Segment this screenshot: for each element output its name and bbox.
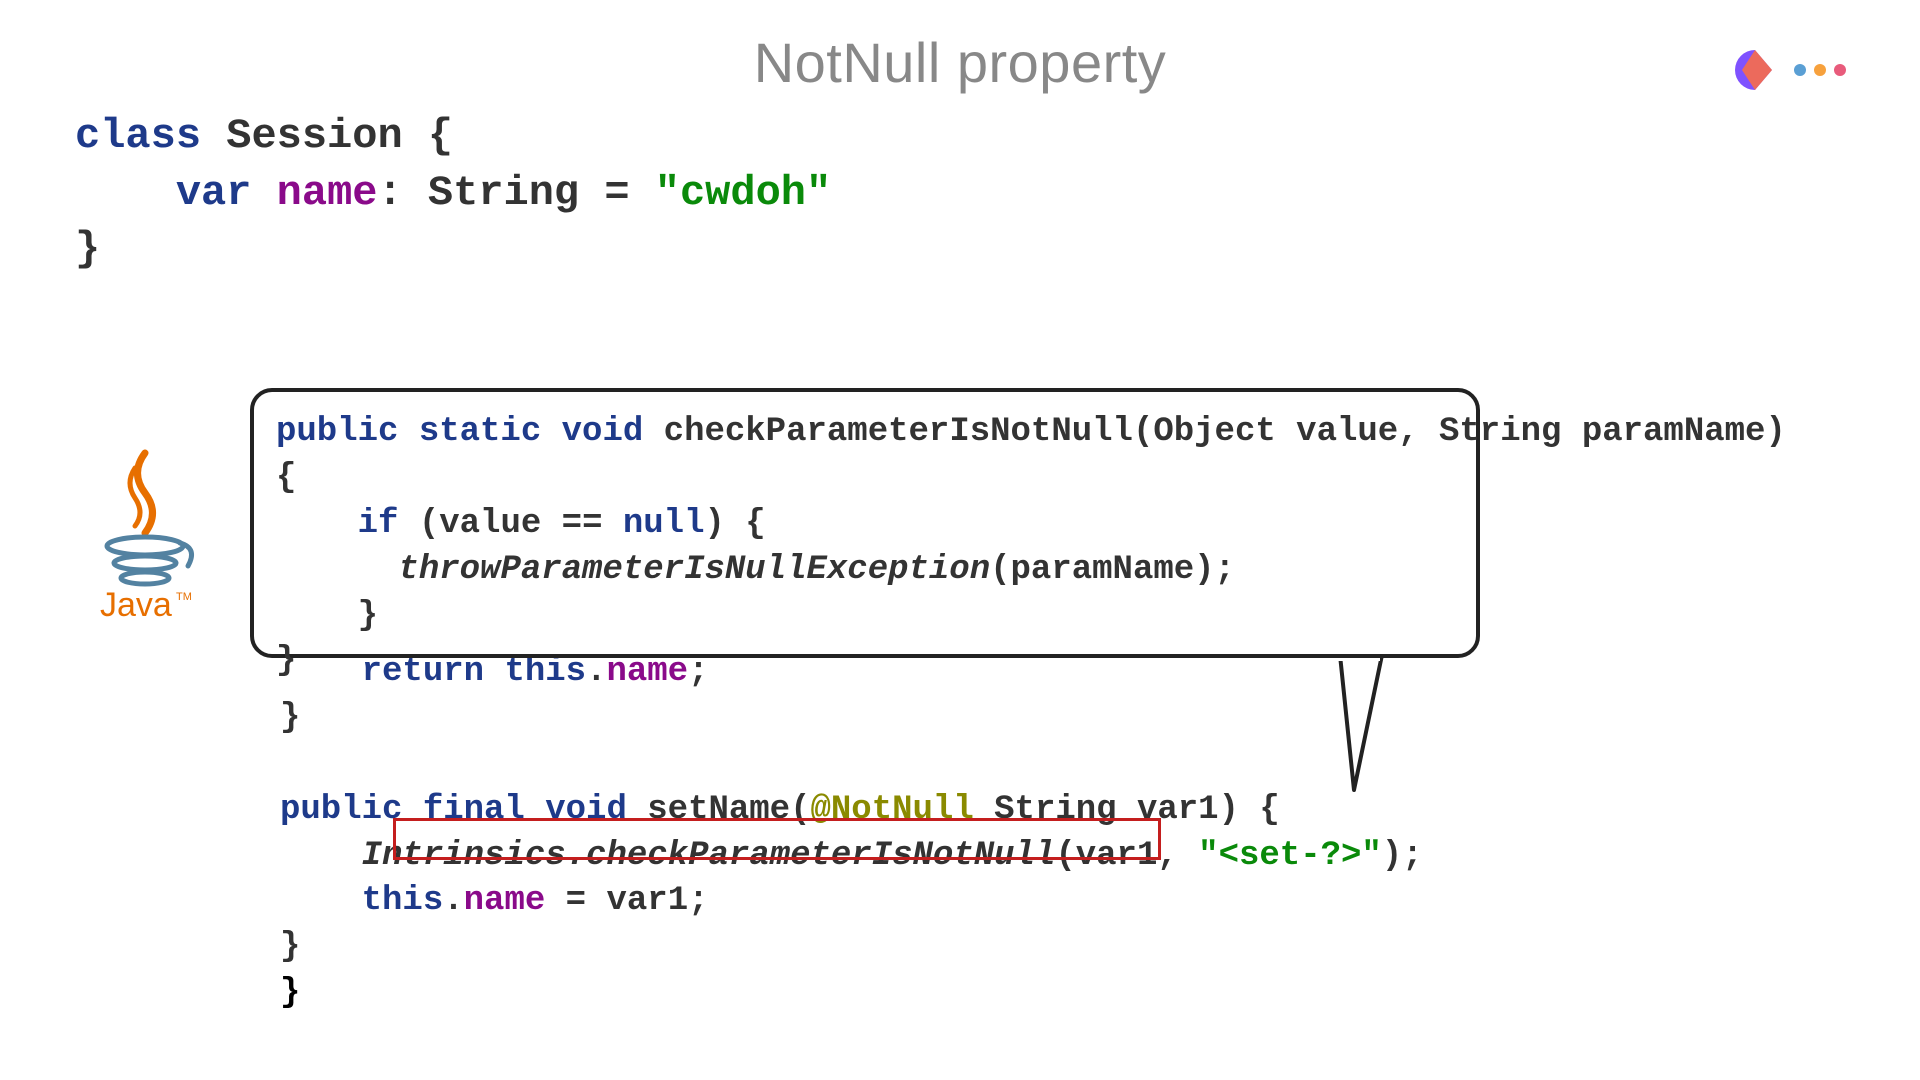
code-text: ); [1382, 837, 1423, 875]
indent [75, 169, 176, 217]
property-name: name [277, 169, 378, 217]
indent [276, 505, 358, 543]
brace: } [276, 642, 296, 680]
brace: { [276, 459, 296, 497]
indent [280, 837, 362, 875]
indent [276, 551, 398, 589]
code-text: checkParameterIsNotNull(Object value, St… [643, 413, 1786, 451]
keyword-return-this: return this [362, 653, 586, 691]
string-literal: "<set-?>" [1198, 837, 1382, 875]
property-name: name [464, 882, 546, 920]
brace: } [75, 225, 100, 273]
brace: } [276, 597, 378, 635]
slide-title: NotNull property [0, 30, 1920, 95]
svg-text:TM: TM [176, 591, 192, 603]
callout-tail-icon [1312, 655, 1392, 805]
space [251, 169, 276, 217]
keyword-this: this [362, 882, 444, 920]
keyword-if: if [358, 505, 399, 543]
keyword-public-static-void: public static void [276, 413, 643, 451]
code-text: ) { [705, 505, 766, 543]
throw-call: throwParameterIsNullException [398, 551, 990, 589]
string-literal: "cwdoh" [655, 169, 831, 217]
callout-code-box: public static void checkParameterIsNotNu… [250, 388, 1480, 658]
kotlin-logo-icon [1730, 40, 1850, 105]
dot: . [586, 653, 606, 691]
property-name: name [606, 653, 688, 691]
code-text: Session { [201, 112, 453, 160]
indent [280, 882, 362, 920]
highlight-rectangle [393, 818, 1161, 860]
java-logo-icon: Java TM [90, 448, 200, 628]
kotlin-code-block: class Session { var name: String = "cwdo… [75, 108, 831, 278]
keyword-null: null [623, 505, 705, 543]
semi: ; [688, 653, 708, 691]
brace: } [280, 928, 300, 966]
brace: } [280, 699, 300, 737]
dot: . [443, 882, 463, 920]
code-text: : String = [378, 169, 655, 217]
code-text: = var1; [545, 882, 708, 920]
keyword-var: var [176, 169, 252, 217]
code-text: (value == [398, 505, 622, 543]
keyword-class: class [75, 112, 201, 160]
code-text: (paramName); [990, 551, 1235, 589]
svg-text:Java: Java [100, 586, 172, 623]
